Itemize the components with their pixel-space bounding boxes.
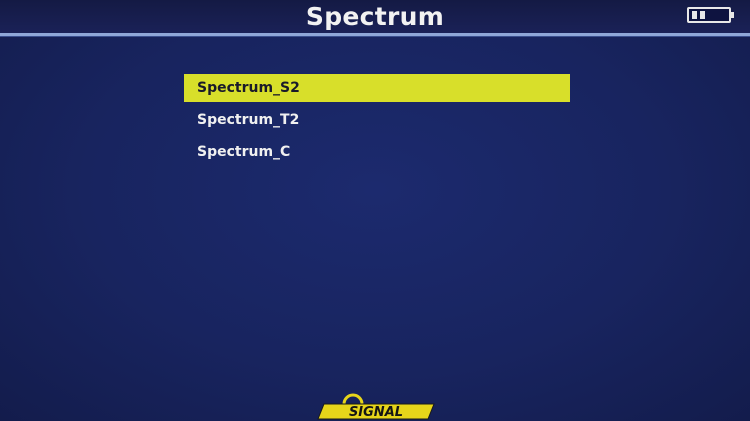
spectrum-menu: Spectrum_S2 Spectrum_T2 Spectrum_C bbox=[184, 74, 570, 170]
page-title: Spectrum bbox=[305, 2, 445, 31]
battery-icon bbox=[687, 7, 734, 23]
battery-level-bar-2 bbox=[700, 11, 705, 19]
logo-text: SIGNAL bbox=[349, 405, 403, 420]
menu-item-spectrum-t2[interactable]: Spectrum_T2 bbox=[184, 106, 570, 134]
menu-item-spectrum-c[interactable]: Spectrum_C bbox=[184, 138, 570, 166]
signal-logo: SIGNAL bbox=[317, 393, 435, 420]
logo-arc bbox=[342, 393, 364, 405]
battery-level-bar-1 bbox=[692, 11, 697, 19]
menu-item-spectrum-s2[interactable]: Spectrum_S2 bbox=[184, 74, 570, 102]
device-screen: Spectrum Spectrum_S2 Spectrum_T2 Spectru… bbox=[0, 0, 750, 421]
